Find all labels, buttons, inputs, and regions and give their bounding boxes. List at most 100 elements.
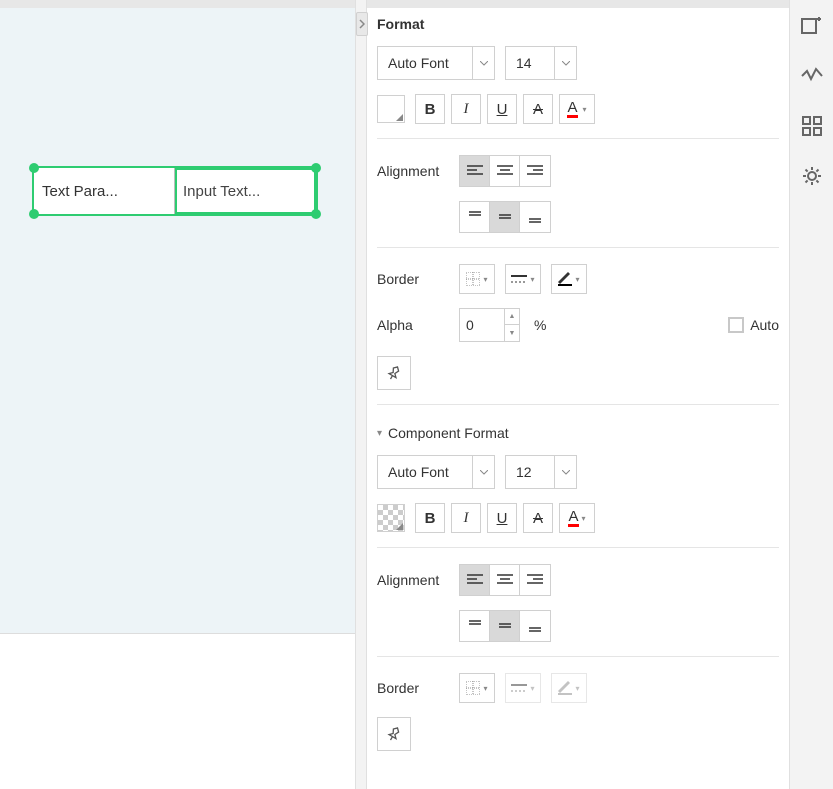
line-style-icon <box>511 274 527 284</box>
component-font-color-button[interactable]: A ▾ <box>559 503 595 533</box>
font-color-button[interactable]: A ▾ <box>559 94 595 124</box>
bold-button[interactable]: B <box>415 94 445 124</box>
strikethrough-icon: A <box>533 101 543 118</box>
grid-icon <box>802 116 822 136</box>
alpha-value-field[interactable] <box>460 309 504 341</box>
widget-label: Text Para... <box>34 168 175 214</box>
align-top-icon <box>467 210 483 224</box>
dropdown-triangle-icon <box>396 114 403 121</box>
border-style-dropdown[interactable]: ▾ <box>459 264 495 294</box>
component-border-style-dropdown[interactable]: ▾ <box>459 673 495 703</box>
collapse-panel-button[interactable] <box>356 12 368 36</box>
chevron-down-icon: ▾ <box>575 684 579 693</box>
alpha-spinner: ▲ ▼ <box>504 309 519 341</box>
border-color-dropdown[interactable]: ▾ <box>551 264 587 294</box>
component-underline-button[interactable]: U <box>487 503 517 533</box>
alpha-increase-button[interactable]: ▲ <box>505 309 519 325</box>
component-font-dropdown[interactable]: Auto Font <box>377 455 495 489</box>
border-line-dropdown[interactable]: ▾ <box>505 264 541 294</box>
align-middle-icon <box>497 210 513 224</box>
underline-icon: U <box>497 101 508 118</box>
font-size-value: 14 <box>506 55 542 71</box>
component-bold-button[interactable]: B <box>415 503 445 533</box>
pin-button[interactable] <box>377 356 411 390</box>
alpha-input[interactable]: ▲ ▼ <box>459 308 520 342</box>
component-align-middle-button[interactable] <box>490 611 520 641</box>
component-alignment-label: Alignment <box>377 572 449 588</box>
component-italic-button[interactable]: I <box>451 503 481 533</box>
settings-button[interactable] <box>798 162 826 190</box>
pin-icon <box>386 365 402 381</box>
add-component-icon <box>801 16 823 36</box>
line-style-icon <box>511 683 527 693</box>
align-center-button[interactable] <box>490 156 520 186</box>
component-align-center-button[interactable] <box>490 565 520 595</box>
align-bottom-icon <box>527 619 543 633</box>
component-align-top-button[interactable] <box>460 611 490 641</box>
resize-handle-br[interactable] <box>311 209 321 219</box>
text-para-widget[interactable]: Text Para... Input Text... <box>32 166 318 216</box>
activity-icon <box>801 67 823 85</box>
component-border-line-dropdown[interactable]: ▾ <box>505 673 541 703</box>
chevron-down-icon: ▾ <box>483 684 487 693</box>
panel-divider[interactable] <box>355 0 367 789</box>
align-left-icon <box>467 165 483 177</box>
widget-input[interactable]: Input Text... <box>175 168 316 214</box>
align-bottom-icon <box>527 210 543 224</box>
chevron-down-icon: ▾ <box>377 428 382 439</box>
section-divider <box>377 247 779 248</box>
format-panel: Format Auto Font 14 B <box>367 0 789 789</box>
component-border-label: Border <box>377 680 449 696</box>
alignment-label: Alignment <box>377 163 449 179</box>
alpha-decrease-button[interactable]: ▼ <box>505 325 519 341</box>
component-align-right-button[interactable] <box>520 565 550 595</box>
component-align-left-button[interactable] <box>460 565 490 595</box>
strikethrough-button[interactable]: A <box>523 94 553 124</box>
component-size-dropdown[interactable]: 12 <box>505 455 577 489</box>
underline-icon: U <box>497 510 508 527</box>
canvas-area[interactable]: Text Para... Input Text... <box>0 0 355 789</box>
align-top-button[interactable] <box>460 202 490 232</box>
align-left-icon <box>467 574 483 586</box>
component-format-header[interactable]: ▾ Component Format <box>377 421 779 455</box>
strikethrough-icon: A <box>533 510 543 527</box>
component-pin-button[interactable] <box>377 717 411 751</box>
align-right-icon <box>527 165 543 177</box>
component-v-align-group <box>459 610 551 642</box>
align-bottom-button[interactable] <box>520 202 550 232</box>
background-color-picker[interactable] <box>377 95 405 123</box>
add-component-button[interactable] <box>798 12 826 40</box>
italic-button[interactable]: I <box>451 94 481 124</box>
chevron-down-icon: ▾ <box>582 514 586 523</box>
component-bg-color-picker[interactable] <box>377 504 405 532</box>
section-divider <box>377 404 779 405</box>
italic-icon: I <box>464 101 469 118</box>
component-align-bottom-button[interactable] <box>520 611 550 641</box>
resize-handle-tr[interactable] <box>311 163 321 173</box>
align-middle-button[interactable] <box>490 202 520 232</box>
chevron-down-icon: ▾ <box>530 275 534 284</box>
resize-handle-bl[interactable] <box>29 209 39 219</box>
align-left-button[interactable] <box>460 156 490 186</box>
pencil-icon <box>558 272 572 286</box>
component-border-color-dropdown[interactable]: ▾ <box>551 673 587 703</box>
chevron-down-icon: ▾ <box>530 684 534 693</box>
grid-view-button[interactable] <box>798 112 826 140</box>
align-right-icon <box>527 574 543 586</box>
right-toolbar <box>789 0 833 789</box>
font-size-dropdown[interactable]: 14 <box>505 46 577 80</box>
chevron-down-icon <box>554 456 576 488</box>
chart-activity-button[interactable] <box>798 62 826 90</box>
resize-handle-tl[interactable] <box>29 163 39 173</box>
component-strikethrough-button[interactable]: A <box>523 503 553 533</box>
section-divider <box>377 547 779 548</box>
underline-button[interactable]: U <box>487 94 517 124</box>
chevron-down-icon: ▾ <box>583 105 587 114</box>
font-family-dropdown[interactable]: Auto Font <box>377 46 495 80</box>
canvas-empty-area <box>0 633 355 789</box>
align-right-button[interactable] <box>520 156 550 186</box>
border-label: Border <box>377 271 449 287</box>
align-center-icon <box>497 165 513 177</box>
auto-checkbox[interactable] <box>728 317 744 333</box>
app-root: Text Para... Input Text... Format Auto F… <box>0 0 833 789</box>
